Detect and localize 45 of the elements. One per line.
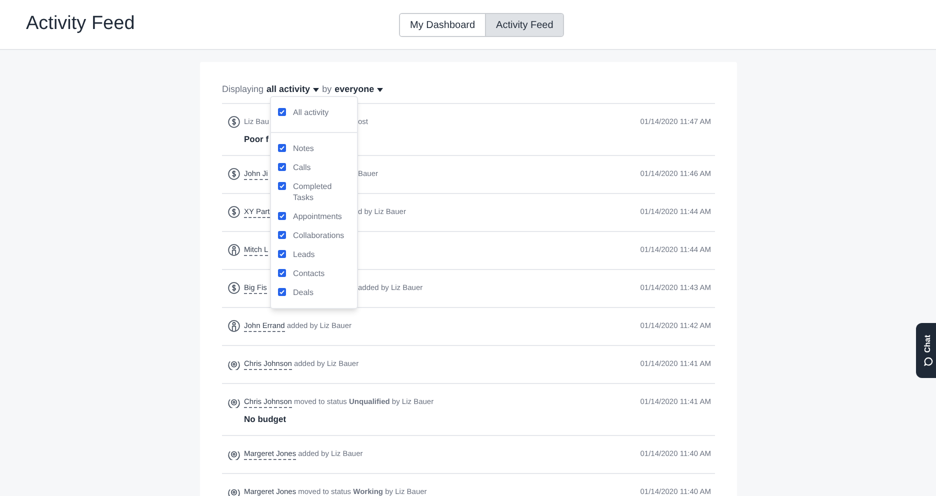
page-title: Activity Feed <box>26 12 135 36</box>
activity-filter-dropdown[interactable]: all activity <box>266 83 320 97</box>
person-icon <box>228 244 240 256</box>
user-filter-dropdown[interactable]: everyone <box>334 83 384 97</box>
filter-label: by <box>322 83 332 96</box>
checkbox[interactable] <box>278 182 286 190</box>
menu-item[interactable]: Completed Tasks <box>271 177 357 207</box>
menu-item[interactable]: Leads <box>271 245 357 264</box>
menu-item[interactable]: Calls <box>271 158 357 177</box>
checkbox[interactable] <box>278 269 286 277</box>
dollar-icon <box>228 116 240 128</box>
check-icon <box>279 164 285 170</box>
checkbox[interactable] <box>278 144 286 152</box>
view-tab[interactable]: Activity Feed <box>485 14 564 36</box>
check-icon <box>279 289 285 295</box>
activity-note: No budget <box>244 414 288 425</box>
dollar-icon <box>228 206 240 218</box>
chat-button[interactable]: Chat <box>916 323 936 378</box>
menu-item[interactable]: Appointments <box>271 207 357 226</box>
check-icon <box>279 145 285 151</box>
menu-item[interactable]: Notes <box>271 139 357 158</box>
check-icon <box>279 183 285 189</box>
checkbox[interactable] <box>278 288 286 296</box>
checkbox[interactable] <box>278 163 286 171</box>
checkbox[interactable] <box>278 250 286 258</box>
dollar-icon <box>228 282 240 294</box>
menu-item[interactable]: All activity <box>271 103 357 122</box>
check-icon <box>279 270 285 276</box>
checkbox[interactable] <box>278 108 286 116</box>
caret-icon <box>313 88 320 92</box>
menu-item[interactable]: Collaborations <box>271 226 357 245</box>
dollar-icon <box>228 168 240 180</box>
chat-bubble-icon <box>924 356 932 366</box>
activity-note: Poor f <box>244 134 270 145</box>
check-icon <box>279 232 285 238</box>
checkbox[interactable] <box>278 212 286 220</box>
checkbox[interactable] <box>278 231 286 239</box>
check-icon <box>279 109 285 115</box>
person-icon <box>228 320 240 332</box>
menu-item[interactable]: Deals <box>271 283 357 302</box>
check-icon <box>279 213 285 219</box>
filter-label: Displaying <box>222 83 264 96</box>
menu-item[interactable]: Contacts <box>271 264 357 283</box>
check-icon <box>279 251 285 257</box>
caret-icon <box>377 88 384 92</box>
